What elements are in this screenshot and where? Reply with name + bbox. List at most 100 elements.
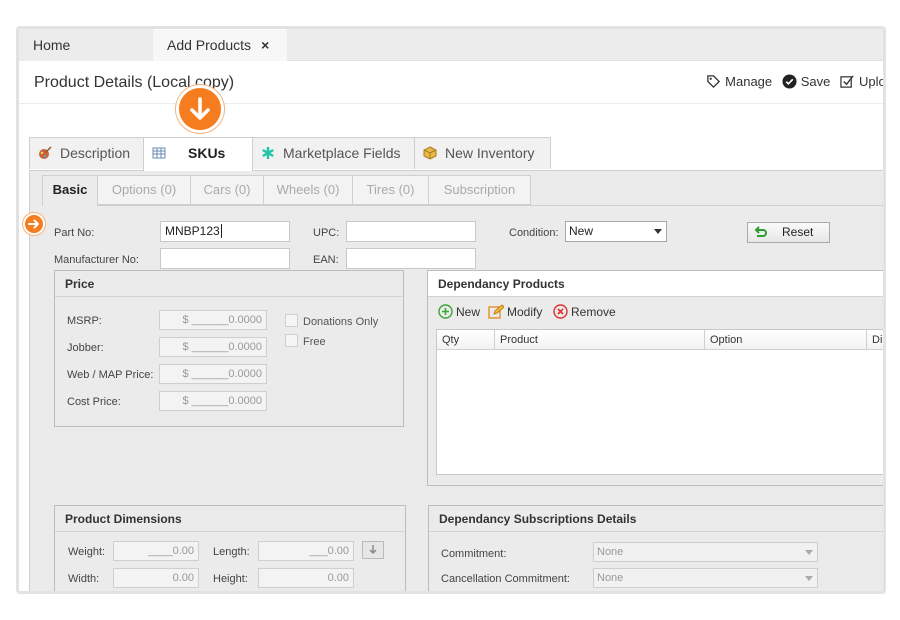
ean-label: EAN: [313, 254, 339, 266]
manage-button[interactable]: Manage [706, 74, 772, 89]
skus-panel: Basic Options (0) Cars (0) Wheels (0) Ti… [23, 171, 883, 591]
height-input[interactable]: 0.00 [258, 568, 354, 588]
tab-marketplace-fields[interactable]: Marketplace Fields [252, 137, 415, 169]
tab-options[interactable]: Options (0) [97, 175, 191, 205]
condition-label: Condition: [509, 227, 559, 239]
part-no-input[interactable]: MNBP123 [160, 221, 290, 242]
donations-only-label: Donations Only [303, 316, 379, 328]
arrow-down-icon [176, 85, 224, 133]
top-tab-bar: Home Dashboard Add Products × [19, 29, 883, 85]
tab-cars[interactable]: Cars (0) [190, 175, 264, 205]
table-icon [152, 147, 166, 159]
col-option[interactable]: Option [705, 330, 867, 350]
cancellation-commitment-select[interactable]: None [593, 568, 818, 588]
app-window: Home Dashboard Add Products × Product Det… [16, 26, 886, 594]
col-qty[interactable]: Qty [437, 330, 495, 350]
checkbox-icon [840, 75, 854, 88]
tab-wheels[interactable]: Wheels (0) [263, 175, 353, 205]
part-no-label: Part No: [54, 227, 95, 239]
grid-header: Qty Product Option Di [437, 330, 883, 350]
free-checkbox[interactable] [285, 334, 298, 347]
product-dimensions-box: Product Dimensions Weight: ____0.00 Leng… [54, 505, 406, 591]
part-no-value: MNBP123 [165, 224, 220, 238]
tab-description[interactable]: Description [29, 137, 144, 169]
commitment-label: Commitment: [441, 548, 507, 560]
modify-label: Modify [507, 304, 543, 319]
jobber-label: Jobber: [67, 342, 104, 354]
length-input[interactable]: ___0.00 [258, 541, 354, 561]
dependancy-products-box: Dependancy Products New Modify Remove Qt… [427, 270, 883, 486]
ean-input[interactable] [346, 248, 476, 269]
chevron-down-icon [805, 550, 813, 555]
save-label: Save [800, 74, 831, 89]
remove-label: Remove [571, 304, 616, 319]
weight-input[interactable]: ____0.00 [113, 541, 199, 561]
web-map-price-input[interactable]: $ ______0.0000 [159, 364, 267, 384]
remove-button[interactable]: Remove [553, 304, 616, 319]
dependancy-subscriptions-title: Dependancy Subscriptions Details [429, 506, 883, 532]
upc-input[interactable] [346, 221, 476, 242]
manufacturer-no-input[interactable] [160, 248, 290, 269]
tab-subscription[interactable]: Subscription [428, 175, 531, 205]
length-label: Length: [213, 546, 250, 558]
header-actions: Manage Save Uploa [700, 74, 883, 92]
arrow-down-small-icon [369, 545, 377, 555]
height-label: Height: [213, 573, 248, 585]
tab-new-inventory[interactable]: New Inventory [414, 137, 551, 169]
dependancy-grid: Qty Product Option Di [436, 329, 883, 475]
remove-circle-icon [553, 304, 568, 319]
check-circle-icon [782, 74, 797, 89]
msrp-input[interactable]: $ ______0.0000 [159, 310, 267, 330]
save-button[interactable]: Save [782, 74, 831, 89]
commitment-value: None [597, 546, 624, 558]
tab-home-dashboard[interactable]: Home Dashboard [19, 29, 152, 85]
dimension-toggle-button[interactable] [362, 541, 384, 559]
main-content: Description SKUs Marketplace Fields New … [19, 105, 883, 591]
cost-price-input[interactable]: $ ______0.0000 [159, 391, 267, 411]
dependancy-subscriptions-box: Dependancy Subscriptions Details Commitm… [428, 505, 883, 591]
plus-circle-icon [438, 304, 453, 319]
tab-description-label: Description [60, 145, 131, 161]
outer-tab-bar: Description SKUs Marketplace Fields New … [29, 137, 883, 171]
web-map-price-label: Web / MAP Price: [67, 369, 154, 381]
tab-skus[interactable]: SKUs [143, 137, 253, 171]
width-label: Width: [68, 573, 100, 585]
reset-button[interactable]: Reset [747, 222, 830, 243]
paint-icon [39, 146, 52, 159]
dependancy-products-title: Dependancy Products [428, 271, 883, 297]
text-cursor [220, 224, 222, 238]
width-input[interactable]: 0.00 [113, 568, 199, 588]
condition-select[interactable]: New [565, 221, 667, 242]
tab-add-products[interactable]: Add Products × [153, 29, 287, 61]
edit-icon [488, 304, 504, 319]
tab-skus-label: SKUs [188, 145, 226, 161]
upload-button[interactable]: Uploa [840, 74, 883, 89]
commitment-select[interactable]: None [593, 542, 818, 562]
close-icon[interactable]: × [261, 37, 269, 53]
cancellation-value: None [597, 572, 624, 584]
weight-label: Weight: [68, 546, 106, 558]
tab-add-label: Add Products [167, 37, 252, 53]
col-di[interactable]: Di [867, 330, 883, 350]
product-dimensions-title: Product Dimensions [55, 506, 405, 532]
box-icon [423, 146, 437, 160]
modify-button[interactable]: Modify [488, 304, 542, 319]
tab-basic[interactable]: Basic [42, 175, 98, 206]
upc-label: UPC: [313, 227, 340, 239]
tags-icon [707, 75, 721, 89]
msrp-label: MSRP: [67, 315, 102, 327]
tab-tires[interactable]: Tires (0) [352, 175, 429, 205]
col-product[interactable]: Product [495, 330, 705, 350]
jobber-input[interactable]: $ ______0.0000 [159, 337, 267, 357]
donations-only-checkbox[interactable] [285, 314, 298, 327]
price-title: Price [55, 271, 403, 297]
cancellation-commitment-label: Cancellation Commitment: [441, 573, 570, 585]
tab-divider [98, 205, 883, 206]
new-button[interactable]: New [438, 304, 480, 319]
chevron-down-icon [654, 229, 662, 234]
asterisk-icon [262, 147, 274, 159]
cost-price-label: Cost Price: [67, 396, 121, 408]
chevron-down-icon [805, 576, 813, 581]
tab-new-inventory-label: New Inventory [445, 145, 535, 161]
manufacturer-no-label: Manufacturer No: [54, 254, 139, 266]
